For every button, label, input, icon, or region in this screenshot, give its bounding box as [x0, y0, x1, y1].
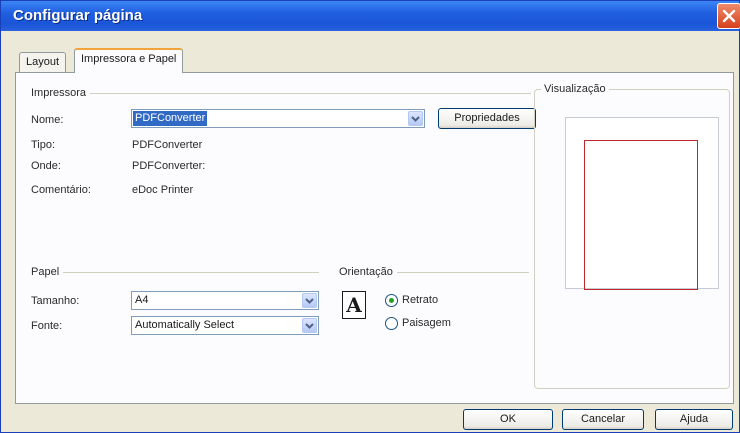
printer-type-value: PDFConverter — [132, 139, 203, 151]
cancel-button[interactable]: Cancelar — [562, 409, 644, 430]
paper-size-value: A4 — [135, 294, 149, 306]
tab-printer-paper[interactable]: Impressora e Papel — [74, 48, 184, 73]
close-icon — [722, 9, 736, 23]
tab-layout[interactable]: Layout — [19, 52, 67, 72]
paper-source-value: Automatically Select — [135, 319, 235, 331]
orientation-section-title: Orientação — [339, 266, 397, 278]
printer-where-label: Onde: — [31, 160, 61, 172]
paper-source-label: Fonte: — [31, 320, 63, 332]
properties-button[interactable]: Propriedades — [438, 108, 536, 129]
help-button[interactable]: Ajuda — [655, 409, 733, 430]
printer-comment-label: Comentário: — [31, 184, 91, 196]
preview-margin-box — [584, 140, 698, 290]
paper-source-select[interactable]: Automatically Select — [131, 316, 319, 335]
page-setup-dialog: Configurar página Layout Impressora e Pa… — [0, 0, 740, 433]
landscape-label[interactable]: Paisagem — [402, 317, 451, 329]
printer-where-value: PDFConverter: — [132, 160, 206, 172]
chevron-down-icon — [411, 116, 420, 122]
landscape-radio[interactable] — [385, 317, 398, 330]
preview-title: Visualização — [541, 83, 609, 95]
printer-name-label: Nome: — [31, 114, 64, 126]
close-button[interactable] — [717, 3, 740, 29]
chevron-down-icon — [305, 323, 314, 329]
printer-name-dropdown-button[interactable] — [408, 111, 423, 126]
paper-section-title: Papel — [31, 266, 64, 278]
paper-source-dropdown-button[interactable] — [302, 318, 317, 333]
paper-size-dropdown-button[interactable] — [302, 293, 317, 308]
ok-button[interactable]: OK — [463, 409, 553, 430]
paper-size-label: Tamanho: — [31, 295, 80, 307]
title-bar[interactable]: Configurar página — [1, 1, 740, 31]
printer-name-select[interactable]: PDFConverter — [131, 109, 425, 128]
printer-comment-value: eDoc Printer — [132, 184, 194, 196]
paper-size-select[interactable]: A4 — [131, 291, 319, 310]
chevron-down-icon — [305, 298, 314, 304]
portrait-page-icon: A — [342, 291, 366, 319]
printer-section-title: Impressora — [31, 87, 91, 99]
paper-section-divider — [31, 272, 319, 273]
window-title: Configurar página — [13, 7, 143, 24]
portrait-radio[interactable] — [385, 294, 398, 307]
printer-type-label: Tipo: — [31, 139, 56, 151]
printer-section-divider — [31, 93, 531, 94]
printer-name-value: PDFConverter — [133, 111, 208, 126]
radio-selected-dot — [389, 298, 394, 303]
portrait-label[interactable]: Retrato — [402, 294, 438, 306]
